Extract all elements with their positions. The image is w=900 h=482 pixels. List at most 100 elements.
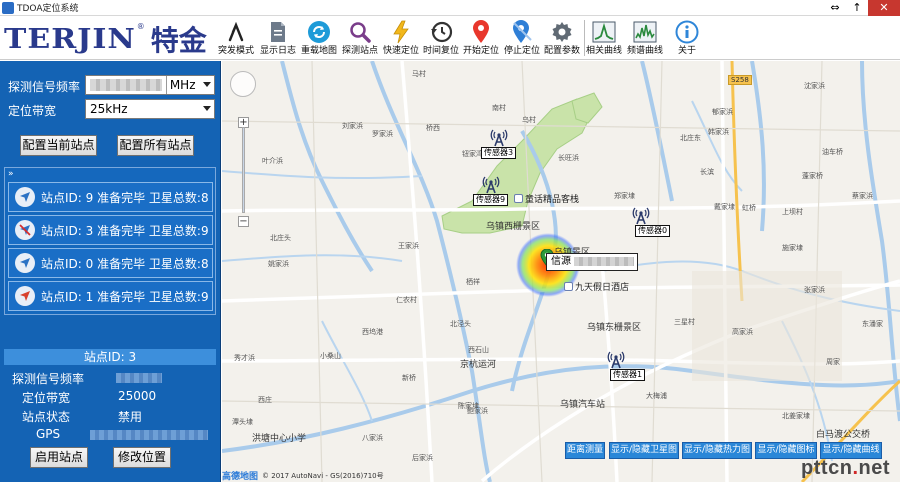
reload-map-button[interactable]: 重载地图 bbox=[301, 17, 337, 59]
bw-value: 25kHz bbox=[90, 102, 128, 116]
correlation-chart-icon bbox=[591, 19, 617, 45]
detail-freq-value-redacted bbox=[116, 373, 162, 383]
about-button[interactable]: 关于 bbox=[674, 17, 700, 59]
enable-station-button[interactable]: 启用站点 bbox=[30, 447, 88, 468]
map-label: 蓬家桥 bbox=[802, 172, 823, 180]
map-copyright: 高德地图 © 2017 AutoNavi - GS(2016)710号 bbox=[222, 469, 384, 482]
map-label-canal: 京杭运河 bbox=[460, 360, 497, 370]
minimize-button[interactable]: ↑ bbox=[846, 0, 868, 16]
station-item-0[interactable]: 站点ID: 0 准备完毕 卫星总数:8 bbox=[8, 248, 213, 278]
show-log-button[interactable]: 显示日志 bbox=[260, 17, 296, 59]
time-reset-button[interactable]: 时间复位 bbox=[423, 17, 459, 59]
modify-position-button[interactable]: 修改位置 bbox=[113, 447, 171, 468]
map-label: 郑家埭 bbox=[614, 192, 635, 200]
map-label: 戴家埭 bbox=[714, 203, 735, 211]
spectrum-chart-icon bbox=[632, 19, 658, 45]
map-label: 新桥 bbox=[402, 374, 416, 382]
map-label: 八家浜 bbox=[362, 434, 383, 442]
poi-inn[interactable]: 童话精品客栈 bbox=[514, 192, 579, 205]
map-label-school: 洪塘中心小学 bbox=[252, 434, 307, 444]
map-label: 刘家浜 bbox=[342, 122, 363, 130]
map-label: 上坝村 bbox=[782, 208, 803, 216]
radio-tower-icon bbox=[482, 176, 499, 194]
close-button[interactable]: ✕ bbox=[868, 0, 900, 16]
map-label: 桥西 bbox=[426, 124, 440, 132]
map-label: 高家浜 bbox=[732, 328, 753, 336]
config-all-stations-button[interactable]: 配置所有站点 bbox=[117, 135, 194, 156]
map-label: 北庄头 bbox=[270, 234, 291, 242]
map-label: 马村 bbox=[412, 70, 426, 78]
stop-locate-button[interactable]: 停止定位 bbox=[504, 17, 540, 59]
toggle-satellite-button[interactable]: 显示/隐藏卫星图 bbox=[609, 442, 679, 459]
freq-input[interactable]: MHz bbox=[85, 75, 215, 95]
station-item-1[interactable]: 站点ID: 1 准备完毕 卫星总数:9 bbox=[8, 281, 213, 311]
hotel-icon bbox=[514, 194, 523, 203]
detect-stations-button[interactable]: 探测站点 bbox=[342, 17, 378, 59]
map-label-bridge: 白马渡公交桥 bbox=[816, 430, 871, 440]
location-disabled-icon bbox=[15, 220, 35, 240]
window-title: TDOA定位系统 bbox=[17, 4, 79, 14]
map-label: 北泾头 bbox=[450, 320, 471, 328]
toolbar-separator bbox=[584, 20, 585, 56]
map-label: 三星村 bbox=[674, 318, 695, 326]
location-arrow-icon bbox=[15, 187, 35, 207]
sensor-1[interactable]: 传感器1 bbox=[586, 351, 646, 381]
logo-text-en: TERJIN bbox=[4, 23, 136, 55]
map-label: 东潘家 bbox=[862, 320, 883, 328]
toolbar: TERJIN ® 特金 突发模式 显示日志 重载地图 探测站点 快速定位 时间复… bbox=[0, 16, 900, 60]
map-label: 王家浜 bbox=[398, 242, 419, 250]
restore-button[interactable]: ⇔ bbox=[824, 0, 846, 16]
chevron-down-icon bbox=[203, 82, 211, 87]
map-pin-red-icon bbox=[468, 19, 494, 45]
map-label: 长旺浜 bbox=[558, 154, 579, 162]
map-label: 叶介浜 bbox=[262, 157, 283, 165]
map-label: 韩家浜 bbox=[708, 128, 729, 136]
map-label: 郁家浜 bbox=[712, 108, 733, 116]
logo-text-cn: 特金 bbox=[150, 24, 207, 57]
sensor-3[interactable]: 传感器3 bbox=[481, 129, 517, 159]
map-view[interactable]: + − 马村 南村 乌村 钮家湾 刘家浜 长旺浜 罗家浜 桥西 叶介浜 北庄东 … bbox=[222, 61, 900, 482]
station-item-9[interactable]: 站点ID: 9 准备完毕 卫星总数:8 bbox=[8, 182, 213, 212]
poi-hotel[interactable]: 九天假日酒店 bbox=[564, 280, 629, 293]
info-icon bbox=[674, 19, 700, 45]
map-label: 西庄 bbox=[258, 396, 272, 404]
collapse-icon[interactable]: » bbox=[8, 169, 14, 179]
burst-mode-button[interactable]: 突发模式 bbox=[218, 17, 254, 59]
app-icon bbox=[2, 1, 14, 14]
station-item-3[interactable]: 站点ID: 3 准备完毕 卫星总数:9 bbox=[8, 215, 213, 245]
map-label: 小桑山 bbox=[320, 352, 341, 360]
map-label: 鲍家浜 bbox=[467, 407, 488, 415]
spectrum-curve-button[interactable]: 频谱曲线 bbox=[627, 17, 663, 59]
toggle-heatmap-button[interactable]: 显示/隐藏热力图 bbox=[682, 442, 752, 459]
map-label: 蔡家浜 bbox=[852, 192, 873, 200]
logo-reg-mark: ® bbox=[136, 22, 145, 31]
config-current-station-button[interactable]: 配置当前站点 bbox=[20, 135, 97, 156]
detail-bw-label: 定位带宽 bbox=[22, 391, 71, 405]
source-result-label: 信源 bbox=[546, 253, 638, 271]
search-icon bbox=[347, 19, 373, 45]
sensor-0[interactable]: 传感器0 bbox=[611, 207, 671, 237]
map-label: 栖祥 bbox=[466, 278, 480, 286]
location-arrow-red-icon bbox=[15, 286, 35, 306]
title-bar: TDOA定位系统 ⇔ ↑ ✕ bbox=[0, 0, 900, 16]
correlation-curve-button[interactable]: 相关曲线 bbox=[586, 17, 622, 59]
detail-bw-value: 25000 bbox=[118, 389, 157, 403]
gear-icon bbox=[549, 19, 575, 45]
radio-tower-icon bbox=[607, 351, 624, 369]
config-params-button[interactable]: 配置参数 bbox=[544, 17, 580, 59]
map-label: 大梅浦 bbox=[646, 392, 667, 400]
zoom-out-button[interactable]: − bbox=[238, 216, 249, 227]
freq-label: 探测信号频率 bbox=[8, 80, 81, 94]
quick-locate-button[interactable]: 快速定位 bbox=[383, 17, 419, 59]
start-locate-button[interactable]: 开始定位 bbox=[463, 17, 499, 59]
sensor-9[interactable]: 传感器9 bbox=[473, 176, 509, 206]
distance-measure-button[interactable]: 距离测量 bbox=[565, 442, 605, 459]
zoom-slider[interactable] bbox=[242, 127, 245, 213]
station-detail-header: 站点ID: 3 bbox=[4, 349, 216, 365]
pan-control[interactable] bbox=[230, 71, 256, 97]
map-label: 北庄东 bbox=[680, 134, 701, 142]
map-label-bus-station: 乌镇汽车站 bbox=[560, 400, 606, 410]
map-label: 长滨 bbox=[700, 168, 714, 176]
bw-select[interactable]: 25kHz bbox=[85, 99, 215, 119]
document-icon bbox=[265, 19, 291, 45]
